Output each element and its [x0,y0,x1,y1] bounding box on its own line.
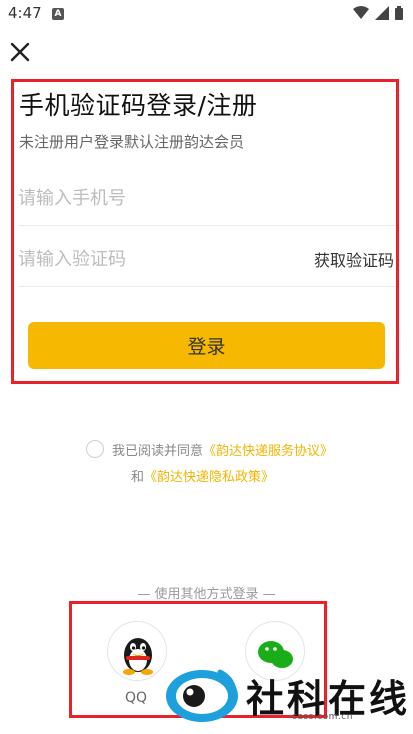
verification-code-input[interactable] [18,231,298,287]
close-button[interactable] [8,40,32,64]
close-icon [10,42,30,62]
agreement-and: 和 [131,469,145,485]
signal-icon [375,6,389,20]
watermark-logo-icon [166,669,238,722]
agreement-row: 我已阅读并同意 《韵达快递服务协议》 [86,438,333,460]
phone-input[interactable] [18,170,298,226]
privacy-policy-link[interactable]: 《韵达快递隐私政策》 [144,466,274,485]
wifi-icon [353,6,369,19]
notification-icon: A [52,8,64,20]
page-title: 手机验证码登录/注册 [19,91,258,120]
status-time: 4:47 [8,4,42,22]
agreement-checkbox[interactable] [86,440,104,458]
get-code-button[interactable]: 获取验证码 [314,247,394,271]
agreement-prefix: 我已阅读并同意 [112,443,204,459]
login-button[interactable]: 登录 [28,322,385,369]
status-bar: 4:47 A [0,0,413,28]
status-icons [353,6,403,20]
other-login-divider: — 使用其他方式登录 — [137,587,276,602]
agreement-row-2: 和 《韵达快递隐私政策》 [131,465,274,485]
service-agreement-link[interactable]: 《韵达快递服务协议》 [203,440,333,459]
watermark: 社科在线 cass.com.cn [160,662,410,728]
qq-label: QQ [125,690,148,706]
qq-penguin-icon [123,638,153,675]
phone-field [18,170,396,226]
page-subtitle: 未注册用户登录默认注册韵达会员 [19,133,245,151]
code-field: 获取验证码 [18,231,396,287]
watermark-url: cass.com.cn [292,712,353,722]
battery-icon [395,6,403,20]
qq-login-button[interactable] [107,621,167,681]
